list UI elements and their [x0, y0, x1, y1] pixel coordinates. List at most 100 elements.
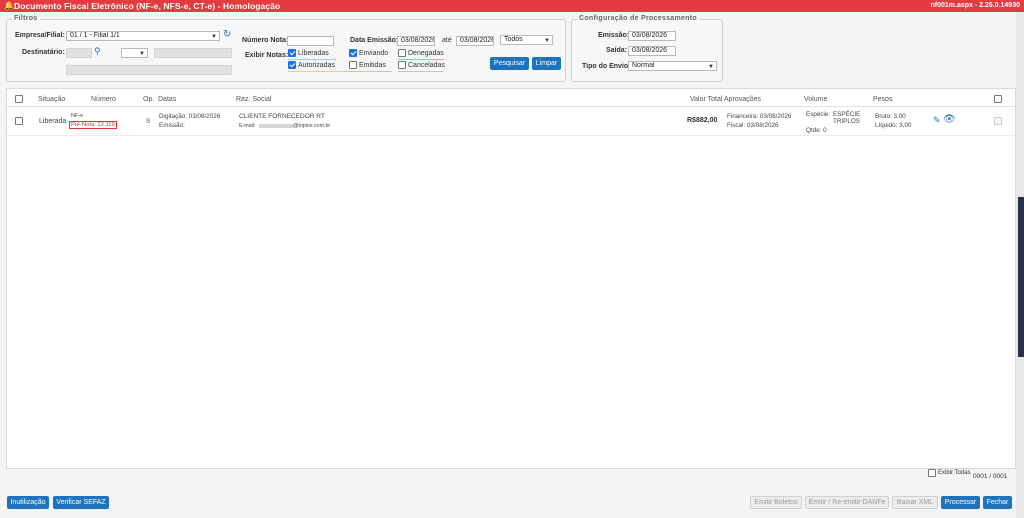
row-pre-nota[interactable]: Pré-Nota: 12.119	[69, 121, 117, 129]
select-all-checkbox[interactable]	[15, 95, 23, 103]
situacao-select[interactable]: Todos ▼	[500, 35, 553, 45]
row-tipo: NF-e	[71, 113, 84, 119]
emitir-danfe-button[interactable]: Emitir / Re-emitir DANFe	[805, 496, 889, 509]
liberadas-underline	[288, 59, 336, 60]
empresa-label: Empresa/Filial:	[15, 32, 65, 39]
enviando-checkbox[interactable]	[349, 49, 357, 57]
destinatario-label: Destinatário:	[22, 49, 65, 56]
autorizadas-label: Autorizadas	[298, 62, 335, 69]
row-email-domain: @triplos.com.br	[293, 123, 331, 129]
refresh-icon[interactable]: ↻	[223, 29, 231, 40]
col-numero: Número	[91, 96, 116, 103]
row-especie-value: ESPÉCIE	[833, 111, 861, 118]
row-financeira: Financeira: 03/08/2026	[727, 113, 792, 120]
pesquisar-button[interactable]: Pesquisar	[490, 57, 529, 70]
config-legend: Configuração de Processamento	[577, 15, 700, 22]
row-razao: CLIENTE FORNECEDOR RT	[239, 113, 325, 120]
row-email-label: E-mail:	[239, 123, 256, 129]
liberadas-label: Liberadas	[298, 50, 329, 57]
emitidas-underline	[344, 71, 392, 72]
emitidas-label: Emitidas	[359, 62, 386, 69]
results-panel: Situação Número Op. Datas Raz. Social Va…	[6, 88, 1016, 469]
limpar-button[interactable]: Limpar	[532, 57, 561, 70]
chevron-down-icon: ▼	[544, 38, 550, 44]
canceladas-underline	[398, 71, 444, 72]
inutilizacao-button[interactable]: Inutilização	[7, 496, 49, 509]
ate-label: até	[442, 37, 452, 44]
search-icon[interactable]: ⚲	[94, 46, 101, 57]
header-right-checkbox[interactable]	[994, 95, 1002, 103]
verificar-sefaz-button[interactable]: Verificar SEFAZ	[53, 496, 109, 509]
emitidas-checkbox[interactable]	[349, 61, 357, 69]
data-emissao-label: Data Emissão:	[350, 37, 399, 44]
col-datas: Datas	[158, 96, 177, 103]
denegadas-checkbox[interactable]	[398, 49, 406, 57]
scrollbar-thumb[interactable]	[1018, 197, 1024, 357]
chevron-down-icon: ▼	[708, 64, 714, 70]
canceladas-label: Canceladas	[408, 62, 445, 69]
col-razao: Raz. Social	[236, 96, 272, 103]
row-valor: R$882,00	[687, 117, 718, 124]
destinatario-code-input[interactable]	[66, 48, 92, 58]
version-label: nf001m.aspx - 2.26.0.14930	[930, 2, 1020, 9]
row-op: S	[146, 118, 151, 125]
config-emissao-label: Emissão:	[598, 32, 630, 39]
tipo-envio-select[interactable]: Normal ▼	[628, 61, 717, 71]
autorizadas-checkbox[interactable]	[288, 61, 296, 69]
header-divider	[7, 106, 1015, 107]
row-bruto: Bruto: 3,00	[875, 113, 906, 120]
denegadas-underline	[398, 59, 444, 60]
config-saida-input[interactable]: 03/08/2026	[628, 46, 676, 56]
view-icon[interactable]: 👁	[943, 114, 956, 125]
exibir-notas-label: Exibir Notas:	[245, 52, 289, 59]
denegadas-label: Denegadas	[408, 50, 444, 57]
page-scrollbar[interactable]	[1016, 12, 1024, 518]
filtros-legend: Filtros	[12, 15, 40, 22]
row-divider	[7, 135, 1015, 136]
autorizadas-underline	[288, 71, 344, 72]
chevron-down-icon: ▼	[211, 34, 217, 40]
destinatario-extra-field	[66, 65, 232, 75]
emitir-boletos-button[interactable]: Emitir Boletos	[750, 496, 802, 509]
fechar-button[interactable]: Fechar	[983, 496, 1012, 509]
row-especie-label: Espécie:	[806, 111, 831, 118]
row-checkbox[interactable]	[15, 117, 23, 125]
row-emissao: Emissão:	[159, 122, 185, 129]
destinatario-type-select[interactable]: ▼	[121, 48, 148, 58]
col-valor: Valor Total	[690, 96, 723, 103]
row-email-redacted	[259, 124, 293, 128]
row-situacao: Liberada	[39, 118, 67, 125]
col-volume: Volume	[804, 96, 828, 103]
data-fim-input[interactable]: 03/08/2026	[456, 36, 494, 46]
numero-nota-input[interactable]	[287, 36, 334, 46]
exibir-todas-checkbox[interactable]	[928, 469, 936, 477]
enviando-label: Enviando	[359, 50, 389, 57]
destinatario-name-field	[154, 48, 232, 58]
row-liquido: Líquido: 3,00	[875, 122, 912, 129]
tipo-envio-label: Tipo do Envio:	[582, 63, 631, 70]
col-op: Op.	[143, 96, 155, 103]
row-right-checkbox[interactable]	[994, 117, 1002, 125]
row-fiscal: Fiscal: 03/08/2026	[727, 122, 779, 129]
numero-nota-label: Número Nota:	[242, 37, 289, 44]
canceladas-checkbox[interactable]	[398, 61, 406, 69]
page-title: Documento Fiscal Eletrônico (NF-e, NFS-e…	[14, 1, 281, 11]
title-bar: 🔔 Documento Fiscal Eletrônico (NF-e, NFS…	[0, 0, 1024, 12]
row-qtde: Qtde: 0	[806, 127, 827, 134]
data-inicio-input[interactable]: 03/08/2026	[397, 36, 435, 46]
chevron-down-icon: ▼	[139, 51, 145, 57]
bell-icon: 🔔	[4, 1, 14, 10]
col-pesos: Pesos	[873, 96, 893, 103]
col-aprovacoes: Aprovações	[724, 96, 761, 103]
exibir-todas-label: Exibir Todas	[938, 470, 971, 476]
empresa-select[interactable]: 01 / 1 - Filial 1/1 ▼	[66, 31, 220, 41]
baixar-xml-button[interactable]: Baixar XML	[892, 496, 938, 509]
config-saida-label: Saída:	[606, 47, 628, 54]
row-digitacao: Digitação: 03/08/2026	[159, 113, 221, 120]
config-emissao-input[interactable]: 03/08/2026	[628, 31, 676, 41]
row-especie-value2: TRIPLOS	[833, 118, 860, 125]
liberadas-checkbox[interactable]	[288, 49, 296, 57]
col-situacao: Situação	[38, 96, 66, 103]
processar-button[interactable]: Processar	[941, 496, 980, 509]
edit-icon[interactable]: ✎	[933, 115, 941, 126]
